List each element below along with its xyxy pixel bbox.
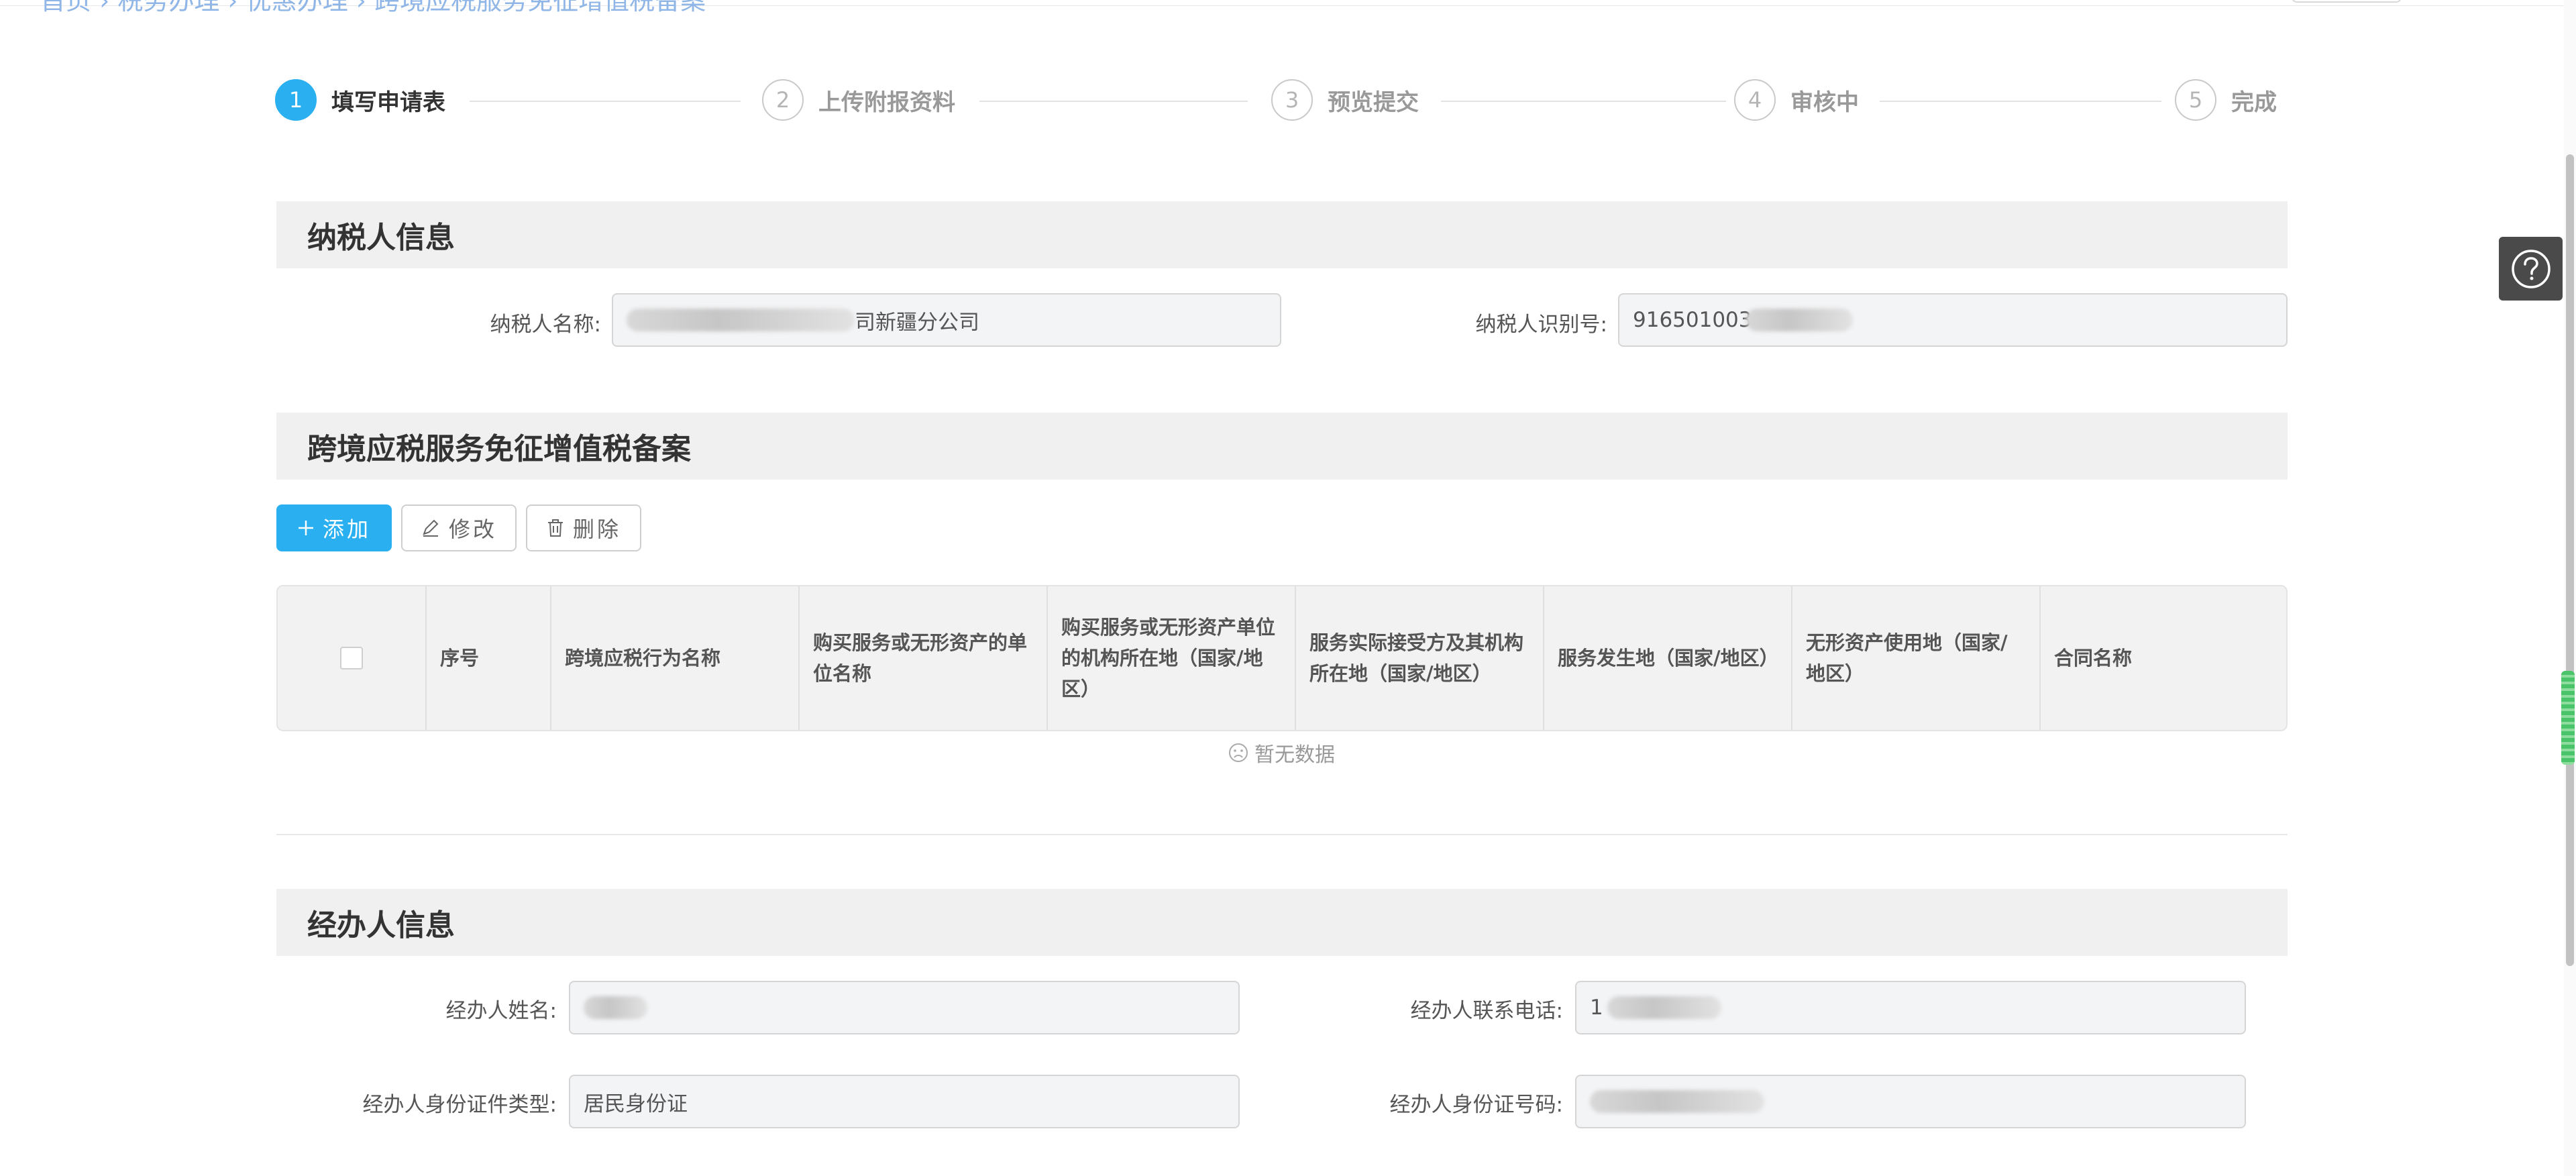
- agent-name-field[interactable]: [569, 981, 1240, 1034]
- step-5[interactable]: 5 完成: [2175, 79, 2277, 121]
- step-label: 完成: [2231, 89, 2277, 116]
- question-circle-icon: [2511, 249, 2551, 288]
- agent-phone-label: 经办人联系电话:: [1410, 999, 1563, 1023]
- step-connector: [1441, 101, 1726, 102]
- top-right-button[interactable]: [2292, 0, 2402, 3]
- filing-section-title: 跨境应税服务免征增值税备案: [276, 413, 2288, 480]
- column-header[interactable]: 服务发生地（国家/地区）: [1544, 586, 1792, 730]
- agent-section-title: 经办人信息: [276, 889, 2288, 956]
- step-label: 审核中: [1790, 89, 1859, 116]
- delete-button[interactable]: 删除: [526, 504, 641, 551]
- step-number: 4: [1734, 79, 1776, 121]
- column-header[interactable]: 跨境应税行为名称: [551, 586, 800, 730]
- step-connector: [470, 101, 741, 102]
- redacted-text: [1607, 996, 1721, 1019]
- taxpayer-id-field[interactable]: 916501003: [1618, 293, 2288, 347]
- redacted-text: [627, 309, 855, 331]
- trash-icon: [547, 519, 563, 537]
- agent-id-number-field[interactable]: [1575, 1075, 2246, 1128]
- step-number: 5: [2175, 79, 2216, 121]
- scroll-indicator: [2561, 671, 2575, 765]
- edit-button-label: 修改: [448, 517, 497, 542]
- agent-id-number-label: 经办人身份证号码:: [1389, 1093, 1563, 1117]
- plus-icon: [298, 521, 313, 535]
- select-all-header[interactable]: [278, 586, 427, 730]
- delete-button-label: 删除: [572, 517, 621, 542]
- column-header[interactable]: 购买服务或无形资产的单位名称: [800, 586, 1048, 730]
- frown-icon: [1229, 743, 1248, 762]
- empty-state: 暂无数据: [1228, 738, 1335, 767]
- column-header[interactable]: 序号: [427, 586, 551, 730]
- step-2[interactable]: 2 上传附报资料: [762, 79, 955, 121]
- column-header[interactable]: 服务实际接受方及其机构所在地（国家/地区）: [1296, 586, 1544, 730]
- column-header[interactable]: 合同名称: [2041, 586, 2286, 730]
- step-number: 2: [762, 79, 804, 121]
- pencil-icon: [423, 519, 439, 537]
- step-label: 上传附报资料: [818, 89, 955, 116]
- add-button-label: 添加: [322, 517, 371, 542]
- add-button[interactable]: 添加: [276, 504, 392, 551]
- taxpayer-name-field[interactable]: 司新疆分公司: [612, 293, 1281, 347]
- agent-phone-field[interactable]: 1: [1575, 981, 2246, 1034]
- agent-id-type-label: 经办人身份证件类型:: [362, 1093, 557, 1117]
- redacted-text: [1590, 1090, 1764, 1113]
- step-3[interactable]: 3 预览提交: [1271, 79, 1419, 121]
- progress-steps: 1 填写申请表 2 上传附报资料 3 预览提交 4 审核中 5 完成: [275, 79, 2281, 123]
- step-label: 填写申请表: [331, 89, 445, 116]
- help-button[interactable]: [2499, 237, 2563, 301]
- section-divider: [276, 834, 2288, 835]
- page: 首页 › 税务办理 › 优惠办理 › 跨境应税服务免征增值税备案 1 填写申请表…: [0, 0, 2576, 1176]
- empty-text: 暂无数据: [1254, 743, 1335, 767]
- redacted-text: [1745, 309, 1853, 331]
- step-1[interactable]: 1 填写申请表: [275, 79, 445, 121]
- taxpayer-section-title: 纳税人信息: [276, 201, 2288, 268]
- top-bar: 首页 › 税务办理 › 优惠办理 › 跨境应税服务免征增值税备案: [0, 0, 2576, 15]
- step-connector: [1880, 101, 2161, 102]
- breadcrumb[interactable]: 首页 › 税务办理 › 优惠办理 › 跨境应税服务免征增值税备案: [40, 0, 706, 17]
- taxpayer-name-label: 纳税人名称:: [490, 313, 601, 337]
- step-number: 1: [275, 79, 317, 121]
- agent-id-type-value: 居民身份证: [584, 1091, 688, 1116]
- redacted-text: [584, 996, 647, 1019]
- column-header[interactable]: 无形资产使用地（国家/地区）: [1792, 586, 2041, 730]
- taxpayer-id-label: 纳税人识别号:: [1475, 313, 1607, 337]
- step-label: 预览提交: [1328, 89, 1419, 116]
- filing-table: 序号 跨境应税行为名称 购买服务或无形资产的单位名称 购买服务或无形资产单位的机…: [276, 585, 2288, 731]
- edit-button[interactable]: 修改: [401, 504, 517, 551]
- agent-phone-value: 1: [1590, 996, 1603, 1020]
- step-number: 3: [1271, 79, 1313, 121]
- taxpayer-id-value: 916501003: [1633, 308, 1752, 332]
- select-all-checkbox[interactable]: [340, 647, 363, 670]
- taxpayer-name-value: 司新疆分公司: [855, 310, 979, 335]
- column-header[interactable]: 购买服务或无形资产单位的机构所在地（国家/地区）: [1048, 586, 1296, 730]
- scrollbar-thumb[interactable]: [2566, 154, 2574, 966]
- agent-name-label: 经办人姓名:: [445, 999, 557, 1023]
- step-connector: [979, 101, 1248, 102]
- agent-id-type-field[interactable]: 居民身份证: [569, 1075, 1240, 1128]
- step-4[interactable]: 4 审核中: [1734, 79, 1859, 121]
